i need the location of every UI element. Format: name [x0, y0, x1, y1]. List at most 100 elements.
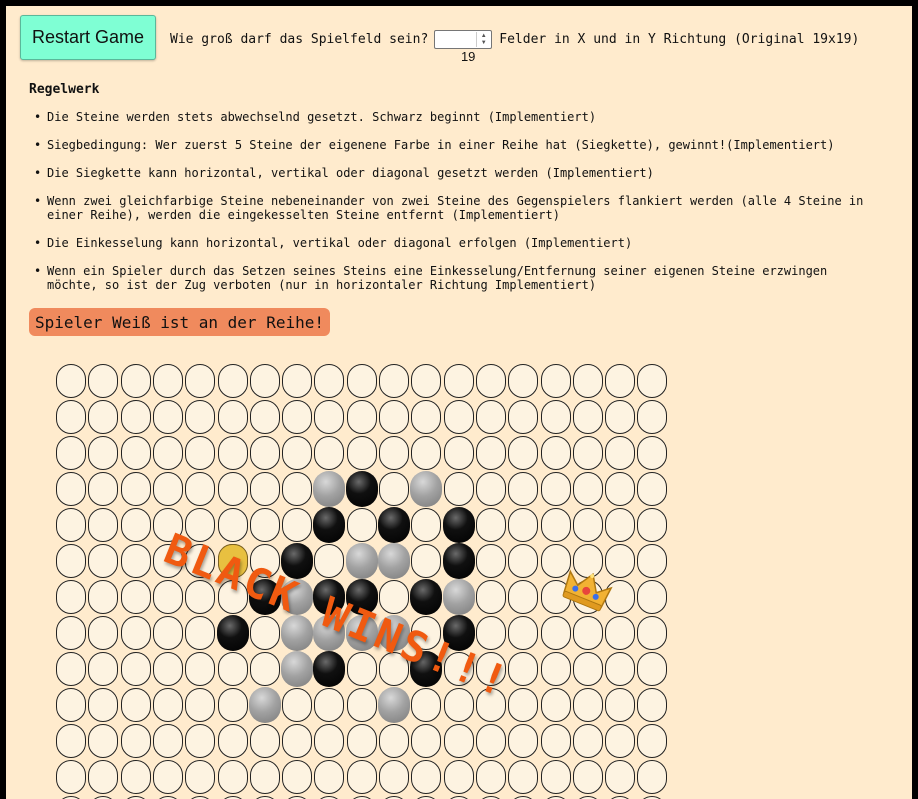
board-cell[interactable]: [249, 436, 280, 470]
board-cell[interactable]: [443, 364, 474, 398]
board-cell[interactable]: [637, 472, 668, 506]
board-cell[interactable]: [185, 652, 216, 686]
board-cell[interactable]: [605, 760, 636, 794]
board-cell[interactable]: [88, 472, 119, 506]
board-cell[interactable]: [217, 508, 248, 542]
board-cell[interactable]: [605, 724, 636, 758]
board-cell[interactable]: [56, 652, 86, 686]
board-cell[interactable]: [637, 364, 668, 398]
board-cell[interactable]: [56, 508, 86, 542]
board-cell[interactable]: [346, 760, 377, 794]
board-cell[interactable]: [540, 400, 571, 434]
size-stepper[interactable]: ▲ ▼: [476, 32, 490, 47]
board-cell[interactable]: [379, 472, 409, 506]
board-cell[interactable]: [185, 688, 216, 722]
board-cell[interactable]: [637, 508, 668, 542]
board-cell[interactable]: [314, 544, 345, 578]
board-cell[interactable]: [346, 436, 377, 470]
board-cell[interactable]: [88, 544, 119, 578]
board-cell[interactable]: [572, 652, 603, 686]
board-cell[interactable]: [88, 652, 119, 686]
chevron-down-icon[interactable]: ▼: [481, 40, 487, 47]
board-cell[interactable]: [411, 364, 442, 398]
board-cell[interactable]: [605, 688, 636, 722]
board-cell[interactable]: [637, 544, 668, 578]
board-cell[interactable]: [120, 724, 151, 758]
board-cell[interactable]: [572, 616, 603, 650]
board-cell[interactable]: [152, 652, 183, 686]
board-cell[interactable]: [152, 760, 183, 794]
board-cell[interactable]: [249, 472, 280, 506]
board-cell[interactable]: [605, 436, 636, 470]
board-cell[interactable]: [56, 544, 86, 578]
board-cell[interactable]: [475, 436, 506, 470]
board-cell[interactable]: [572, 472, 603, 506]
board-cell[interactable]: [572, 688, 603, 722]
board-cell[interactable]: [120, 580, 151, 614]
board-cell[interactable]: [152, 688, 183, 722]
board-cell[interactable]: [540, 364, 571, 398]
board-cell[interactable]: [540, 760, 571, 794]
board-cell[interactable]: [185, 436, 216, 470]
board-cell[interactable]: [572, 508, 603, 542]
board-cell[interactable]: [475, 724, 506, 758]
board-cell[interactable]: [282, 508, 313, 542]
board-cell[interactable]: [475, 472, 506, 506]
board-cell[interactable]: [572, 400, 603, 434]
board-cell[interactable]: [443, 436, 474, 470]
restart-game-button[interactable]: Restart Game: [20, 15, 156, 60]
board-cell[interactable]: [443, 760, 474, 794]
board-size-input[interactable]: 19 ▲ ▼: [434, 30, 493, 64]
board-cell[interactable]: [56, 472, 86, 506]
board-cell[interactable]: [508, 508, 539, 542]
board-cell[interactable]: [185, 472, 216, 506]
board-cell[interactable]: [120, 364, 151, 398]
board-cell[interactable]: [314, 760, 345, 794]
board-cell[interactable]: [88, 760, 119, 794]
board-cell[interactable]: [379, 436, 409, 470]
board-cell[interactable]: [508, 544, 539, 578]
board-cell[interactable]: [56, 400, 86, 434]
board-cell[interactable]: [152, 436, 183, 470]
board-cell[interactable]: [540, 688, 571, 722]
board-cell[interactable]: [314, 688, 345, 722]
board-cell[interactable]: [152, 400, 183, 434]
board-cell[interactable]: [282, 760, 313, 794]
board-cell[interactable]: [56, 688, 86, 722]
board-cell[interactable]: [88, 508, 119, 542]
board-cell[interactable]: [120, 436, 151, 470]
board-cell[interactable]: [540, 724, 571, 758]
board-cell[interactable]: [346, 652, 377, 686]
board-cell[interactable]: [56, 580, 86, 614]
board-cell[interactable]: [508, 436, 539, 470]
board-cell[interactable]: [508, 760, 539, 794]
board-cell[interactable]: [185, 364, 216, 398]
board-cell[interactable]: [605, 544, 636, 578]
board-cell[interactable]: [411, 760, 442, 794]
board-cell[interactable]: [217, 472, 248, 506]
board-cell[interactable]: [56, 760, 86, 794]
board-cell[interactable]: [217, 436, 248, 470]
board-cell[interactable]: [249, 400, 280, 434]
board-cell[interactable]: [152, 724, 183, 758]
board-cell[interactable]: [185, 616, 216, 650]
board-cell[interactable]: [411, 400, 442, 434]
board-cell[interactable]: [56, 724, 86, 758]
board-cell[interactable]: [379, 760, 409, 794]
board-cell[interactable]: [411, 688, 442, 722]
board-cell[interactable]: [282, 400, 313, 434]
board-cell[interactable]: [88, 580, 119, 614]
board-cell[interactable]: [605, 652, 636, 686]
board-cell[interactable]: [282, 472, 313, 506]
board-cell[interactable]: [540, 616, 571, 650]
board-cell[interactable]: [152, 580, 183, 614]
board-cell[interactable]: [314, 400, 345, 434]
board-cell[interactable]: [346, 688, 377, 722]
board-cell[interactable]: [411, 724, 442, 758]
board-cell[interactable]: [637, 400, 668, 434]
board-cell[interactable]: [411, 544, 442, 578]
board-cell[interactable]: [475, 580, 506, 614]
board-cell[interactable]: [443, 724, 474, 758]
board-cell[interactable]: [540, 472, 571, 506]
board-cell[interactable]: [346, 400, 377, 434]
